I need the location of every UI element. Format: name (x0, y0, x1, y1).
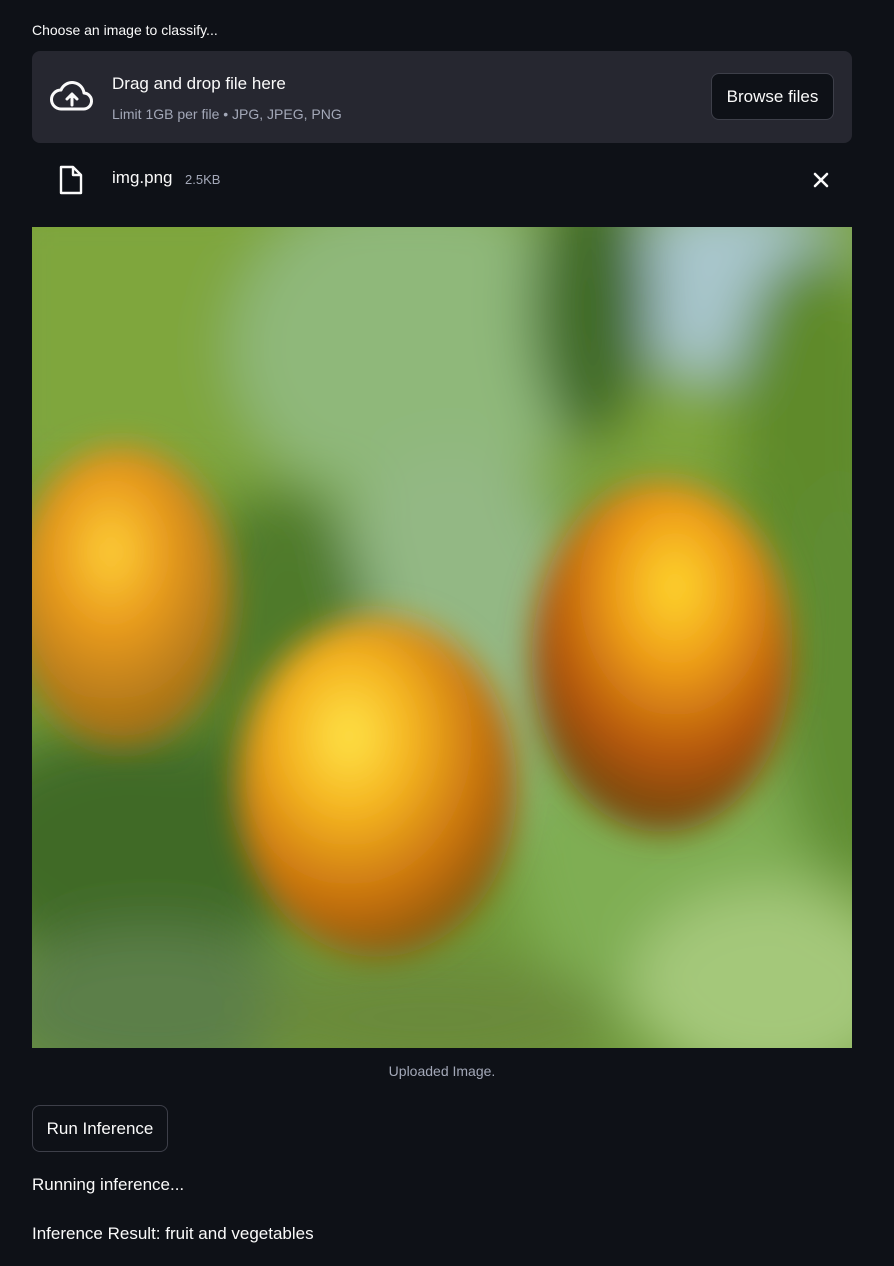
uploaded-file-row: img.png 2.5KB (32, 155, 852, 205)
inference-result: Inference Result: fruit and vegetables (32, 1224, 314, 1243)
file-name: img.png (112, 168, 173, 187)
browse-files-button[interactable]: Browse files (711, 73, 834, 120)
app-page: Choose an image to classify... Drag and … (0, 0, 894, 1266)
status-text: Running inference... (32, 1175, 185, 1194)
file-size: 2.5KB (185, 172, 221, 187)
uploaded-image (32, 227, 852, 1048)
run-inference-button[interactable]: Run Inference (32, 1105, 168, 1152)
uploader-label: Choose an image to classify... (32, 22, 218, 38)
cloud-upload-icon (50, 81, 93, 111)
close-icon[interactable] (808, 167, 834, 193)
file-icon (59, 165, 83, 195)
dropzone-subtitle: Limit 1GB per file • JPG, JPEG, PNG (112, 106, 342, 122)
file-dropzone[interactable]: Drag and drop file here Limit 1GB per fi… (32, 51, 852, 143)
dropzone-title: Drag and drop file here (112, 74, 286, 93)
image-caption: Uploaded Image. (388, 1063, 496, 1079)
uploaded-image-content (32, 227, 852, 1048)
